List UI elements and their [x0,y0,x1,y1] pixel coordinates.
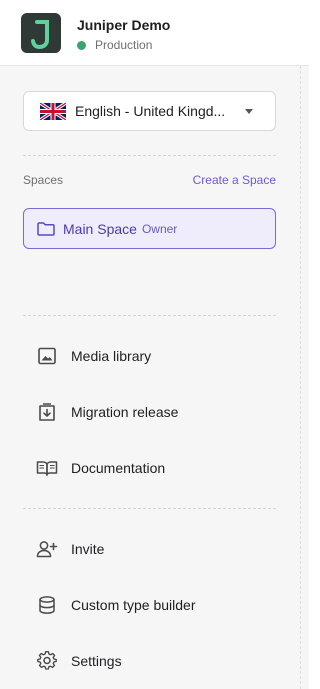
space-item-main-space[interactable]: Main Space Owner [23,208,276,249]
book-icon [36,457,58,479]
environment-label: Production [95,38,153,52]
nav-item-documentation[interactable]: Documentation [23,448,276,488]
repository-logo[interactable] [21,13,61,53]
language-select[interactable]: English - United Kingd... [23,91,276,131]
logo-letter-icon [31,20,49,50]
divider [23,315,276,316]
nav-item-migration-release[interactable]: Migration release [23,392,276,432]
nav-item-settings[interactable]: Settings [23,641,276,681]
nav-item-invite[interactable]: Invite [23,529,276,569]
space-role: Owner [141,221,178,236]
nav-label: Media library [71,348,152,364]
release-download-icon [36,401,58,423]
language-selected-value: English - United Kingd... [75,103,226,119]
app-name: Juniper Demo [77,17,171,33]
divider [23,155,276,156]
add-user-icon [36,538,58,560]
status-dot-icon [77,40,86,50]
space-name: Main Space [63,220,137,237]
nav-label: Custom type builder [71,597,196,613]
folder-icon [37,221,55,236]
nav-label: Settings [71,653,122,669]
gear-icon [36,650,58,672]
nav-item-custom-type-builder[interactable]: Custom type builder [23,585,276,625]
sidebar: Juniper Demo Production English - United… [0,0,309,689]
nav-label: Documentation [71,460,166,476]
database-icon [36,594,58,616]
nav-label: Invite [71,541,105,557]
uk-flag-icon [40,102,66,120]
divider [23,508,276,509]
nav-item-media-library[interactable]: Media library [23,336,276,376]
app-header: Juniper Demo Production [0,0,309,66]
nav-label: Migration release [71,404,179,420]
chevron-down-icon [245,109,253,114]
create-space-link[interactable]: Create a Space [193,173,276,187]
image-icon [36,345,58,367]
spaces-section-label: Spaces [23,173,64,187]
environment-indicator: Production [77,38,152,52]
